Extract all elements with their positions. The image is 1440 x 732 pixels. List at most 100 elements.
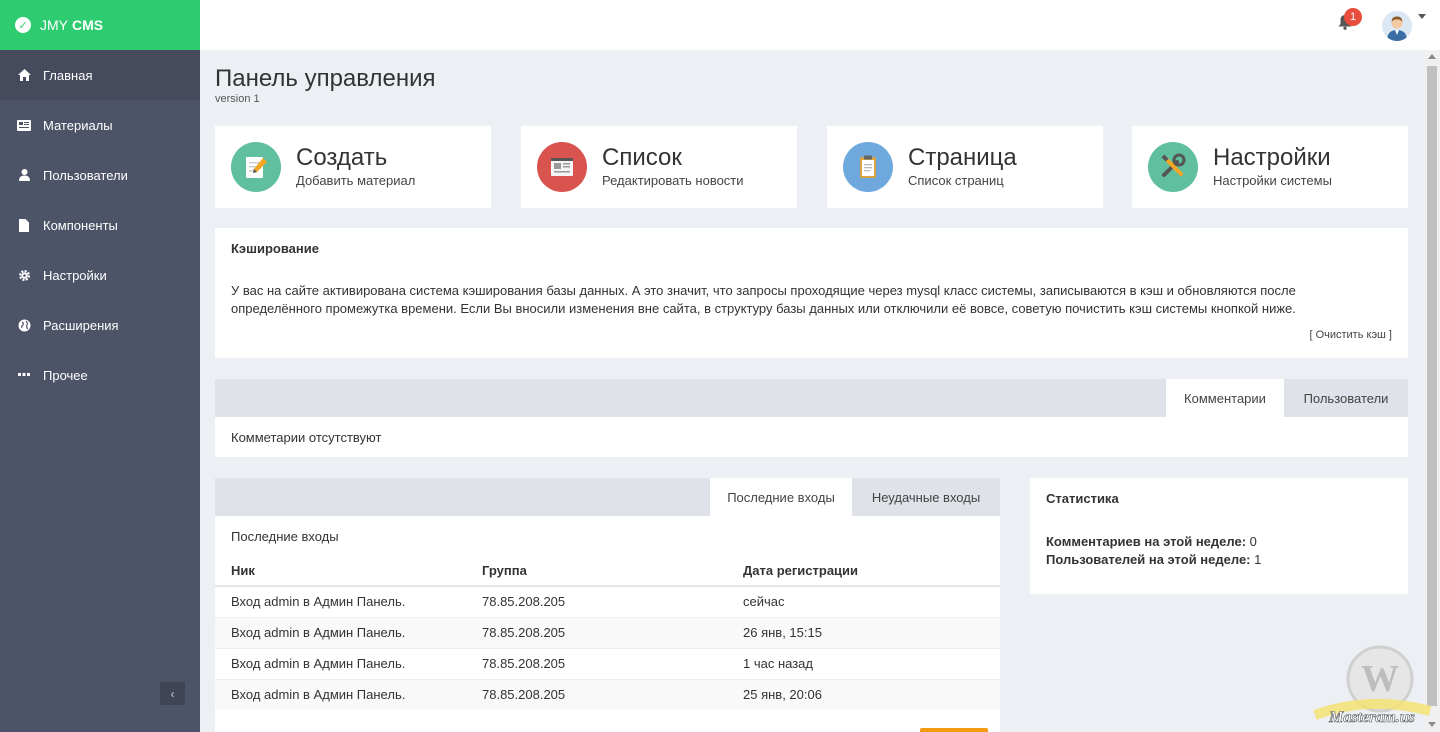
svg-text:W: W: [1361, 658, 1399, 700]
tile-subtitle: Редактировать новости: [602, 173, 744, 188]
column-header-date: Дата регистрации: [727, 555, 1000, 587]
table-row: Вход admin в Админ Панель. 78.85.208.205…: [215, 616, 1000, 648]
sidebar-item-label: Расширения: [43, 317, 119, 333]
stats-comments-label: Комментариев на этой неделе:: [1046, 534, 1247, 549]
tab-failed-logins[interactable]: Неудачные входы: [852, 478, 1000, 516]
cache-title: Кэширование: [231, 241, 319, 256]
sidebar-item-settings[interactable]: Настройки: [0, 250, 200, 300]
page-subtitle: version 1: [215, 93, 260, 105]
tile-subtitle: Настройки системы: [1213, 173, 1332, 188]
page-scrollbar[interactable]: [1424, 50, 1440, 732]
clipboard-icon: [843, 142, 893, 192]
globe-icon: [17, 318, 31, 332]
comments-empty-text: Комметарии отсутствуют: [231, 430, 382, 445]
top-navbar: 1: [200, 0, 1440, 50]
chevron-left-icon: ‹: [170, 686, 175, 701]
watermark-logo: W Masteram.us: [1310, 645, 1435, 730]
table-header-row: Ник Группа Дата регистрации: [215, 555, 1000, 587]
cell-nick: Вход admin в Админ Панель.: [215, 616, 466, 648]
cell-date: 25 янв, 20:06: [727, 678, 1000, 710]
sidebar-item-users[interactable]: Пользователи: [0, 150, 200, 200]
column-header-group: Группа: [466, 555, 727, 587]
page-title: Панель управления: [215, 65, 436, 92]
logins-table: Ник Группа Дата регистрации Вход admin в…: [215, 555, 1000, 710]
watermark-text: Masteram.us: [1328, 709, 1415, 726]
tile-title: Настройки: [1213, 144, 1331, 171]
clear-cache-link[interactable]: [ Очистить кэш ]: [1309, 329, 1392, 341]
scroll-thumb[interactable]: [1427, 66, 1437, 706]
newspaper-icon: [17, 118, 31, 132]
sidebar-item-components[interactable]: Компоненты: [0, 200, 200, 250]
sidebar-item-other[interactable]: Прочее: [0, 350, 200, 400]
cell-date: 1 час назад: [727, 647, 1000, 679]
tile-settings[interactable]: Настройки Настройки системы: [1132, 126, 1408, 208]
sidebar-item-label: Прочее: [43, 367, 88, 383]
tab-last-logins[interactable]: Последние входы: [710, 478, 852, 516]
tools-icon: [1148, 142, 1198, 192]
newspaper-icon: [537, 142, 587, 192]
stats-users-line: Пользователей на этой неделе: 1: [1046, 551, 1261, 569]
ellipsis-icon: [17, 368, 31, 382]
logins-heading: Последние входы: [231, 529, 339, 544]
cell-group: 78.85.208.205: [466, 585, 727, 617]
notification-badge: 1: [1344, 8, 1362, 26]
cache-description: У вас на сайте активирована система кэши…: [231, 283, 1296, 316]
table-row: Вход admin в Админ Панель. 78.85.208.205…: [215, 647, 1000, 679]
home-icon: [17, 68, 31, 82]
avatar[interactable]: [1382, 11, 1412, 41]
column-header-nick: Ник: [215, 555, 466, 587]
pencil-note-icon: [231, 142, 281, 192]
cell-group: 78.85.208.205: [466, 647, 727, 679]
tile-subtitle: Список страниц: [908, 173, 1004, 188]
cell-nick: Вход admin в Админ Панель.: [215, 678, 466, 710]
sidebar-collapse-button[interactable]: ‹: [160, 682, 185, 705]
sidebar-item-label: Настройки: [43, 267, 107, 283]
tile-title: Страница: [908, 144, 1017, 171]
check-circle-icon: ✓: [15, 17, 31, 33]
comments-panel: Комментарии Пользователи Комметарии отсу…: [215, 379, 1408, 457]
sidebar-item-label: Материалы: [43, 117, 113, 133]
stats-users-label: Пользователей на этой неделе:: [1046, 552, 1251, 567]
tile-title: Список: [602, 144, 682, 171]
sidebar: ✓ JMY CMS Главная Материалы Пользователи…: [0, 0, 200, 732]
gear-icon: [17, 268, 31, 282]
cell-group: 78.85.208.205: [466, 678, 727, 710]
scroll-up-icon[interactable]: [1428, 54, 1436, 59]
orange-button[interactable]: [920, 728, 988, 732]
sidebar-item-extensions[interactable]: Расширения: [0, 300, 200, 350]
sidebar-item-label: Пользователи: [43, 167, 128, 183]
logins-panel: Последние входы Неудачные входы Последни…: [215, 478, 1000, 732]
tile-page[interactable]: Страница Список страниц: [827, 126, 1103, 208]
user-icon: [17, 168, 31, 182]
stats-comments-line: Комментариев на этой неделе: 0: [1046, 533, 1257, 551]
cell-nick: Вход admin в Админ Панель.: [215, 647, 466, 679]
sidebar-item-home[interactable]: Главная: [0, 50, 200, 100]
logins-tabbar: Последние входы Неудачные входы: [215, 478, 1000, 516]
tile-create[interactable]: Создать Добавить материал: [215, 126, 491, 208]
table-row: Вход admin в Админ Панель. 78.85.208.205…: [215, 585, 1000, 617]
brand-name-prefix: JMY: [40, 17, 68, 33]
stats-users-value: 1: [1254, 552, 1262, 567]
tile-list[interactable]: Список Редактировать новости: [521, 126, 797, 208]
table-row: Вход admin в Админ Панель. 78.85.208.205…: [215, 678, 1000, 710]
chevron-down-icon[interactable]: [1418, 14, 1426, 19]
stats-title: Статистика: [1046, 491, 1119, 506]
comments-tabbar: Комментарии Пользователи: [215, 379, 1408, 417]
stats-box: Статистика Комментариев на этой неделе: …: [1030, 478, 1408, 594]
main-content: Панель управления version 1 Создать Доба…: [200, 50, 1422, 732]
file-icon: [17, 218, 31, 232]
tab-comments[interactable]: Комментарии: [1166, 379, 1284, 417]
sidebar-item-materials[interactable]: Материалы: [0, 100, 200, 150]
brand-logo[interactable]: ✓ JMY CMS: [0, 0, 200, 50]
brand-name-suffix: CMS: [72, 17, 104, 33]
cell-nick: Вход admin в Админ Панель.: [215, 585, 466, 617]
tile-title: Создать: [296, 144, 388, 171]
cell-date: 26 янв, 15:15: [727, 616, 1000, 648]
tab-users[interactable]: Пользователи: [1284, 379, 1408, 417]
sidebar-item-label: Компоненты: [43, 217, 118, 233]
cache-box: Кэширование У вас на сайте активирована …: [215, 228, 1408, 358]
sidebar-item-label: Главная: [43, 67, 93, 83]
cell-date: сейчас: [727, 585, 1000, 617]
cell-group: 78.85.208.205: [466, 616, 727, 648]
tile-subtitle: Добавить материал: [296, 173, 416, 188]
